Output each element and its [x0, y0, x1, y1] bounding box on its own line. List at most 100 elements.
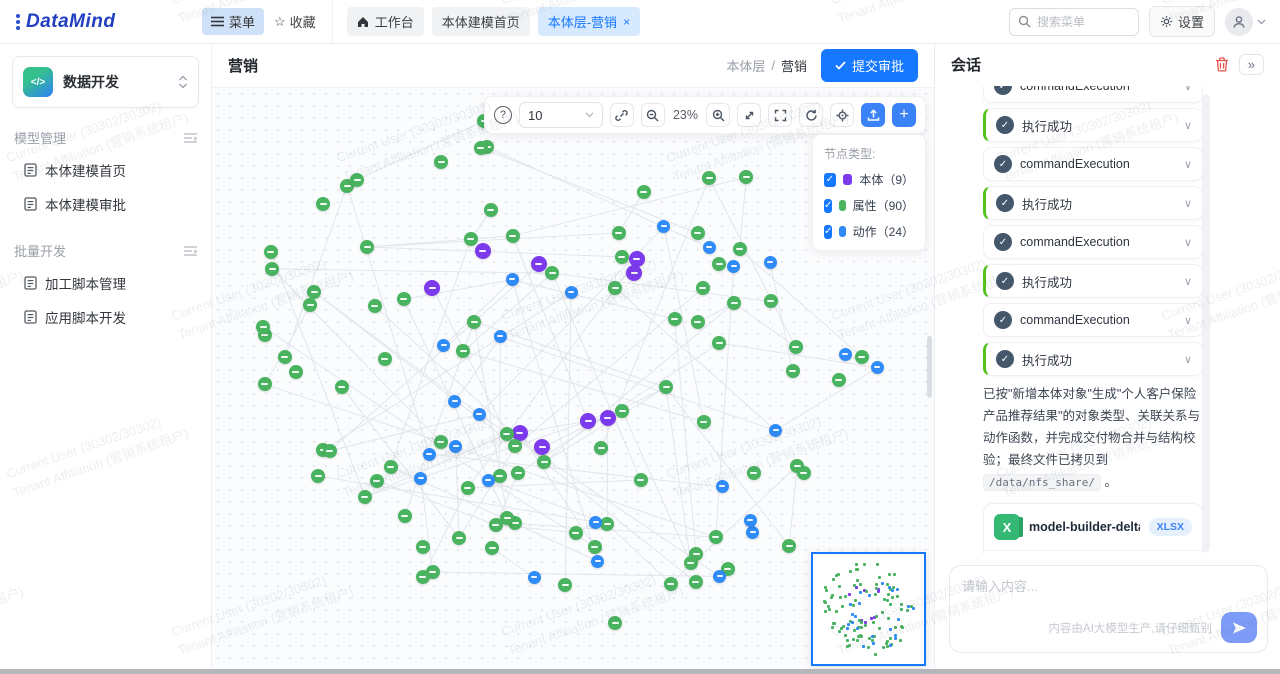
step-command-execution[interactable]: ✓ commandExecution ∨: [983, 147, 1203, 181]
graph-node[interactable]: [600, 517, 614, 531]
download-button[interactable]: 下载: [984, 551, 1093, 554]
graph-node[interactable]: [473, 408, 486, 421]
chevron-down-icon[interactable]: ∨: [1184, 158, 1192, 171]
graph-minimap[interactable]: [811, 552, 926, 666]
graph-node[interactable]: [664, 577, 678, 591]
app-switcher[interactable]: </> 数据开发: [12, 56, 199, 108]
graph-node[interactable]: [489, 518, 503, 532]
file-attachment-card[interactable]: X model-builder-delta_ab... XLSX 下载 预览: [983, 503, 1203, 554]
graph-node[interactable]: [475, 243, 491, 259]
chevron-down-icon[interactable]: ∨: [1184, 86, 1192, 93]
favorites-button[interactable]: ☆ 收藏: [274, 12, 316, 31]
fit-view-icon[interactable]: [737, 103, 761, 127]
collapse-list-icon[interactable]: [184, 246, 197, 256]
graph-node[interactable]: [452, 531, 466, 545]
tab-workbench[interactable]: 工作台: [347, 7, 424, 36]
graph-node[interactable]: [265, 262, 279, 276]
graph-node[interactable]: [506, 273, 519, 286]
user-menu[interactable]: [1225, 8, 1266, 36]
submit-approval-button[interactable]: 提交审批: [821, 49, 918, 82]
checkbox-checked-icon[interactable]: ✓: [824, 225, 832, 239]
graph-node[interactable]: [709, 530, 723, 544]
graph-node[interactable]: [697, 415, 711, 429]
tab-ontology-marketing[interactable]: 本体层-营销 ×: [538, 7, 640, 36]
graph-node[interactable]: [764, 256, 777, 269]
graph-node[interactable]: [358, 490, 372, 504]
graph-node[interactable]: [691, 226, 705, 240]
graph-node[interactable]: [484, 203, 498, 217]
graph-node[interactable]: [461, 481, 475, 495]
sidebar-item-script-manage[interactable]: 加工脚本管理: [12, 266, 199, 300]
graph-node[interactable]: [464, 232, 478, 246]
settings-button[interactable]: 设置: [1149, 6, 1215, 37]
graph-node[interactable]: [684, 556, 698, 570]
graph-node[interactable]: [414, 472, 427, 485]
graph-node[interactable]: [416, 540, 430, 554]
collapse-panel-button[interactable]: »: [1239, 54, 1264, 75]
clear-session-button[interactable]: [1215, 57, 1229, 72]
graph-node[interactable]: [474, 141, 488, 155]
degree-select[interactable]: 10: [519, 102, 603, 128]
chevron-down-icon[interactable]: ∨: [1184, 119, 1192, 132]
graph-node[interactable]: [434, 155, 448, 169]
graph-node[interactable]: [615, 250, 629, 264]
graph-node[interactable]: [482, 474, 495, 487]
graph-node[interactable]: [855, 350, 869, 364]
breadcrumb-parent[interactable]: 本体层: [726, 56, 765, 75]
session-message-list[interactable]: ✓ commandExecution ∨ ✓ 执行成功 ∨ ✓ commandE…: [983, 86, 1203, 554]
graph-node[interactable]: [589, 516, 602, 529]
graph-node[interactable]: [615, 404, 629, 418]
search-menu-box[interactable]: [1009, 8, 1139, 36]
canvas-scrollbar[interactable]: [927, 336, 932, 398]
graph-node[interactable]: [256, 320, 270, 334]
graph-node[interactable]: [335, 380, 349, 394]
refresh-icon[interactable]: [799, 103, 823, 127]
graph-node[interactable]: [871, 361, 884, 374]
graph-node[interactable]: [689, 575, 703, 589]
help-icon[interactable]: ?: [494, 106, 512, 124]
search-input[interactable]: [1037, 15, 1127, 29]
app-logo[interactable]: DataMind: [16, 11, 202, 33]
graph-node[interactable]: [434, 435, 448, 449]
add-node-icon[interactable]: +: [892, 103, 916, 127]
step-command-execution[interactable]: ✓ commandExecution ∨: [983, 86, 1203, 103]
step-command-execution[interactable]: ✓ commandExecution ∨: [983, 225, 1203, 259]
graph-node[interactable]: [370, 474, 384, 488]
locate-icon[interactable]: [830, 103, 854, 127]
zoom-in-icon[interactable]: [706, 103, 730, 127]
graph-node[interactable]: [368, 299, 382, 313]
graph-node[interactable]: [797, 466, 811, 480]
step-success[interactable]: ✓ 执行成功 ∨: [983, 342, 1203, 376]
graph-node[interactable]: [360, 240, 374, 254]
graph-node[interactable]: [264, 245, 278, 259]
zoom-out-icon[interactable]: [641, 103, 665, 127]
graph-node[interactable]: [278, 350, 292, 364]
graph-node[interactable]: [416, 570, 430, 584]
graph-node[interactable]: [764, 294, 778, 308]
graph-node[interactable]: [668, 312, 682, 326]
legend-row-action[interactable]: ✓ 动作（24）: [824, 223, 914, 240]
graph-node[interactable]: [744, 514, 757, 527]
sidebar-item-ontology-home[interactable]: 本体建模首页: [12, 153, 199, 187]
collapse-list-icon[interactable]: [184, 133, 197, 143]
chevron-down-icon[interactable]: ∨: [1184, 353, 1192, 366]
chevron-down-icon[interactable]: ∨: [1184, 236, 1192, 249]
sidebar-item-script-dev[interactable]: 应用脚本开发: [12, 300, 199, 334]
legend-row-attribute[interactable]: ✓ 属性（90）: [824, 197, 914, 214]
legend-row-ontology[interactable]: ✓ 本体（9）: [824, 171, 914, 188]
fullscreen-icon[interactable]: [768, 103, 792, 127]
checkbox-checked-icon[interactable]: ✓: [824, 173, 836, 187]
graph-node[interactable]: [485, 541, 499, 555]
graph-node[interactable]: [612, 226, 626, 240]
tab-close-icon[interactable]: ×: [623, 15, 630, 29]
chevron-down-icon[interactable]: ∨: [1184, 314, 1192, 327]
graph-node[interactable]: [558, 578, 572, 592]
graph-node[interactable]: [350, 173, 364, 187]
graph-node[interactable]: [531, 256, 547, 272]
graph-node[interactable]: [703, 241, 716, 254]
step-success[interactable]: ✓ 执行成功 ∨: [983, 186, 1203, 220]
graph-node[interactable]: [569, 526, 583, 540]
graph-canvas[interactable]: ? 10 23% + 节点类型:: [212, 88, 934, 669]
graph-node[interactable]: [423, 448, 436, 461]
graph-node[interactable]: [600, 410, 616, 426]
